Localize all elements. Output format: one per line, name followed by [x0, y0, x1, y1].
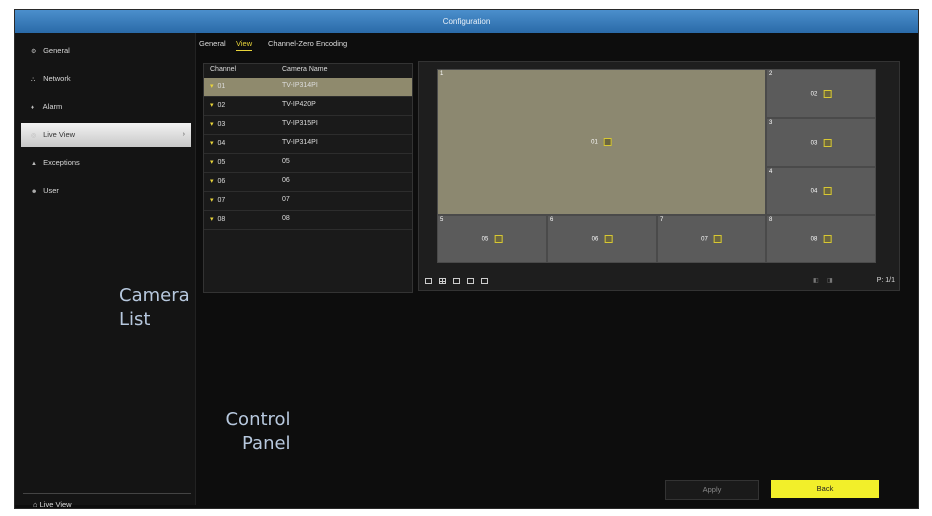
camera-name-cell: 08	[282, 215, 290, 222]
chevron-right-icon: ›	[182, 131, 185, 138]
camera-name-cell: TV-IP420P	[282, 101, 316, 108]
camera-icon: ▾	[210, 102, 214, 109]
next-page-icon[interactable]: ◨	[827, 277, 833, 284]
sidebar-item-user[interactable]: ☻ User	[21, 179, 191, 203]
tab-channel-zero-encoding[interactable]: Channel-Zero Encoding	[268, 39, 347, 48]
apply-button[interactable]: Apply	[665, 480, 759, 500]
eye-icon: ◎	[31, 133, 37, 139]
back-button[interactable]: Back	[771, 480, 879, 498]
channel-cell: 02	[217, 102, 226, 109]
table-row[interactable]: ▾ 07 07	[204, 192, 412, 211]
channel-cell: 04	[217, 140, 226, 147]
config-window: Configuration ⚙ General ⛬ Network ♦ Alar…	[14, 9, 919, 509]
preview-cell-7[interactable]: 7 07	[657, 215, 766, 263]
sidebar-item-exceptions[interactable]: ▲ Exceptions	[21, 151, 191, 175]
cell-checkbox-icon	[713, 235, 722, 243]
camera-icon: ▾	[210, 216, 214, 223]
user-icon: ☻	[31, 189, 38, 195]
home-icon: ⌂	[33, 500, 38, 509]
camera-list-annotation: Camera List	[119, 285, 190, 330]
table-row[interactable]: ▾ 05 05	[204, 154, 412, 173]
table-row[interactable]: ▾ 08 08	[204, 211, 412, 230]
sidebar-item-network[interactable]: ⛬ Network	[21, 67, 191, 91]
cell-checkbox-icon	[494, 235, 503, 243]
camera-icon: ▾	[210, 197, 214, 204]
camera-list-header: Channel Camera Name	[204, 64, 412, 79]
channel-cell: 07	[217, 197, 226, 204]
sidebar-bottom-label: Live View	[39, 500, 72, 509]
channel-cell: 06	[217, 178, 226, 185]
sidebar-item-label: Live View	[43, 130, 76, 139]
sidebar-item-label: Exceptions	[43, 158, 80, 167]
sidebar-item-label: Network	[43, 74, 71, 83]
channel-cell: 01	[217, 83, 226, 90]
table-row[interactable]: ▾ 01 TV-IP314PI	[204, 78, 412, 97]
layout-6-icon[interactable]	[453, 278, 460, 284]
prev-page-icon[interactable]: ◧	[813, 277, 819, 284]
sidebar-item-live-view[interactable]: ◎ Live View ›	[21, 123, 191, 147]
channel-cell: 03	[217, 121, 226, 128]
column-header-camera-name: Camera Name	[282, 66, 328, 73]
cell-checkbox-icon	[823, 138, 832, 147]
cell-checkbox-icon	[604, 235, 613, 243]
preview-cell-3[interactable]: 3 03	[766, 118, 876, 167]
layout-preview: 1 01 2 02 3 03 4 04 5 05 6 06 7 07 8 08	[418, 61, 900, 291]
network-icon: ⛬	[31, 77, 36, 83]
camera-list: Channel Camera Name ▾ 01 TV-IP314PI ▾ 02 T…	[203, 63, 413, 293]
sidebar-item-alarm[interactable]: ♦ Alarm	[21, 95, 191, 119]
column-header-channel: Channel	[210, 66, 237, 73]
camera-icon: ▾	[210, 83, 214, 90]
table-row[interactable]: ▾ 03 TV-IP315PI	[204, 116, 412, 135]
channel-cell: 08	[217, 216, 226, 223]
window-title: Configuration	[15, 10, 918, 33]
preview-cell-8[interactable]: 8 08	[766, 215, 876, 263]
preview-cell-1[interactable]: 1 01	[437, 69, 766, 215]
cell-checkbox-icon	[823, 89, 832, 98]
sidebar-item-general[interactable]: ⚙ General	[21, 39, 191, 63]
preview-toolbar: ◧ ◨ P: 1/1	[419, 275, 899, 289]
camera-icon: ▾	[210, 140, 214, 147]
table-row[interactable]: ▾ 04 TV-IP314PI	[204, 135, 412, 154]
sidebar-item-label: Alarm	[42, 102, 63, 111]
camera-icon: ▾	[210, 178, 214, 185]
camera-icon: ▾	[210, 159, 214, 166]
camera-name-cell: 07	[282, 196, 290, 203]
page-indicator: P: 1/1	[876, 277, 895, 284]
sidebar-item-label: General	[43, 46, 70, 55]
warning-icon: ▲	[31, 161, 37, 167]
camera-name-cell: 06	[282, 177, 290, 184]
layout-8-icon[interactable]	[467, 278, 474, 284]
camera-name-cell: TV-IP314PI	[282, 82, 318, 89]
layout-1-icon[interactable]	[425, 278, 432, 284]
tab-general[interactable]: General	[199, 39, 226, 48]
channel-cell: 05	[217, 159, 226, 166]
camera-icon: ▾	[210, 121, 214, 128]
sidebar: ⚙ General ⛬ Network ♦ Alarm ◎ Live View …	[15, 33, 196, 509]
camera-name-cell: TV-IP314PI	[282, 139, 318, 146]
table-row[interactable]: ▾ 06 06	[204, 173, 412, 192]
layout-4-icon[interactable]	[439, 278, 446, 284]
control-panel-annotation: Control Panel	[225, 409, 291, 454]
preview-cell-2[interactable]: 2 02	[766, 69, 876, 118]
camera-name-cell: 05	[282, 158, 290, 165]
camera-name-cell: TV-IP315PI	[282, 120, 318, 127]
preview-cell-4[interactable]: 4 04	[766, 167, 876, 215]
table-row[interactable]: ▾ 02 TV-IP420P	[204, 97, 412, 116]
cell-checkbox-icon	[823, 187, 832, 195]
tab-view[interactable]: View	[236, 39, 253, 51]
cell-checkbox-icon	[823, 235, 832, 243]
layout-9-icon[interactable]	[481, 278, 488, 284]
sidebar-item-label: User	[43, 186, 59, 195]
alarm-icon: ♦	[31, 105, 35, 111]
sidebar-live-view-button[interactable]: ⌂ Live View	[23, 493, 191, 515]
preview-cell-5[interactable]: 5 05	[437, 215, 547, 263]
cell-checkbox-icon	[603, 138, 612, 146]
preview-cell-6[interactable]: 6 06	[547, 215, 657, 263]
gear-icon: ⚙	[31, 49, 37, 55]
